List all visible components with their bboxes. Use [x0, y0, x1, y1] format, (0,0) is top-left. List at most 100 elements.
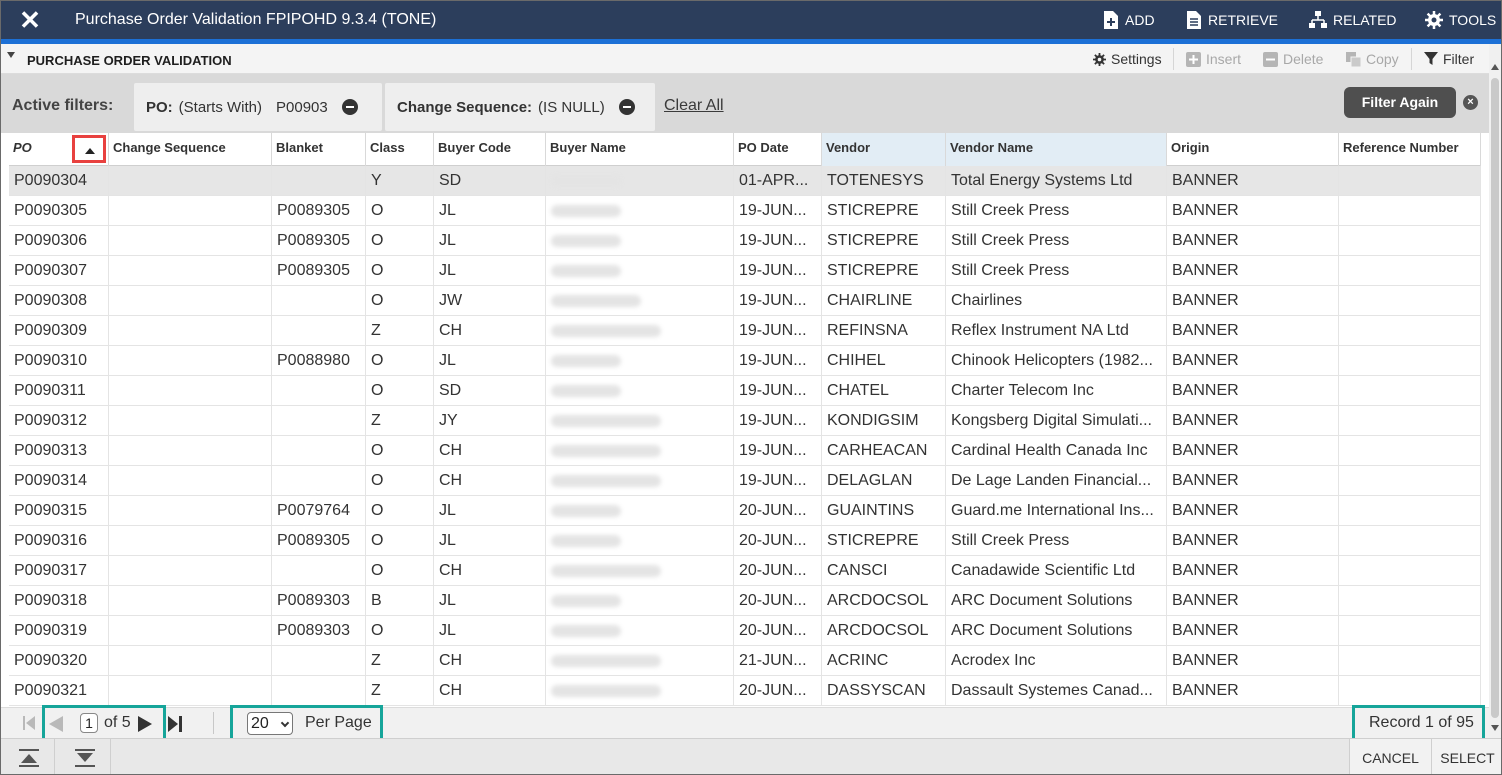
cell-vendor[interactable]: ACRINC [822, 646, 946, 676]
cell-blanket[interactable] [272, 646, 366, 676]
cell-buyer-name[interactable] [546, 526, 734, 556]
cell-buyer-name[interactable] [546, 556, 734, 586]
cell-blanket[interactable] [272, 466, 366, 496]
cell-buyer-name[interactable] [546, 316, 734, 346]
cell-vendor-name[interactable]: ARC Document Solutions [946, 616, 1167, 646]
cell-reference-number[interactable] [1339, 526, 1481, 556]
cell-vendor-name[interactable]: Chinook Helicopters (1982... [946, 346, 1167, 376]
cell-po-date[interactable]: 19-JUN... [734, 286, 822, 316]
cell-po[interactable]: P0090318 [9, 586, 109, 616]
column-header-buyer-name[interactable]: Buyer Name [546, 133, 734, 166]
cell-class[interactable]: O [366, 466, 434, 496]
cell-reference-number[interactable] [1339, 586, 1481, 616]
filter-chip-change-sequence[interactable]: Change Sequence: (IS NULL) [385, 83, 655, 131]
cell-origin[interactable]: BANNER [1167, 526, 1339, 556]
cell-vendor-name[interactable]: Still Creek Press [946, 256, 1167, 286]
cell-po-date[interactable]: 19-JUN... [734, 376, 822, 406]
cell-blanket[interactable]: P0088980 [272, 346, 366, 376]
cell-reference-number[interactable] [1339, 256, 1481, 286]
cell-reference-number[interactable] [1339, 226, 1481, 256]
cell-origin[interactable]: BANNER [1167, 586, 1339, 616]
cell-blanket[interactable]: P0089303 [272, 586, 366, 616]
table-row[interactable]: P0090321 Z CH 20-JUN... DASSYSCAN Dassault Sy… [9, 676, 1481, 706]
cell-vendor[interactable]: STICREPRE [822, 196, 946, 226]
cell-buyer-code[interactable]: JL [434, 196, 546, 226]
cell-vendor[interactable]: CHAIRLINE [822, 286, 946, 316]
cell-po[interactable]: P0090316 [9, 526, 109, 556]
cell-origin[interactable]: BANNER [1167, 406, 1339, 436]
cell-class[interactable]: O [366, 346, 434, 376]
cell-blanket[interactable]: P0079764 [272, 496, 366, 526]
cell-change-sequence[interactable] [109, 436, 272, 466]
remove-filter-icon[interactable] [618, 99, 635, 115]
cell-reference-number[interactable] [1339, 436, 1481, 466]
cell-buyer-name[interactable] [546, 616, 734, 646]
cell-origin[interactable]: BANNER [1167, 466, 1339, 496]
cell-blanket[interactable] [272, 166, 366, 196]
cell-buyer-name[interactable] [546, 466, 734, 496]
cell-buyer-code[interactable]: CH [434, 436, 546, 466]
cell-change-sequence[interactable] [109, 196, 272, 226]
cell-blanket[interactable] [272, 316, 366, 346]
cell-po-date[interactable]: 20-JUN... [734, 496, 822, 526]
cell-vendor-name[interactable]: Kongsberg Digital Simulati... [946, 406, 1167, 436]
cell-buyer-code[interactable]: CH [434, 676, 546, 706]
related-button[interactable]: RELATED [1309, 11, 1397, 29]
cell-class[interactable]: Z [366, 646, 434, 676]
cell-vendor-name[interactable]: Canadawide Scientific Ltd [946, 556, 1167, 586]
table-row[interactable]: P0090317 O CH 20-JUN... CANSCI Canadawide Sci… [9, 556, 1481, 586]
table-row[interactable]: P0090315 P0079764 O JL 20-JUN... GUAINTINS Gua… [9, 496, 1481, 526]
scroll-to-bottom-button[interactable] [57, 739, 111, 774]
first-page-icon[interactable] [23, 716, 35, 730]
scroll-up-icon[interactable] [1491, 64, 1499, 70]
delete-button[interactable]: Delete [1263, 51, 1323, 67]
cell-class[interactable]: Y [366, 166, 434, 196]
scroll-down-icon[interactable] [1491, 725, 1499, 731]
cell-vendor-name[interactable]: Charter Telecom Inc [946, 376, 1167, 406]
cell-vendor[interactable]: REFINSNA [822, 316, 946, 346]
cell-class[interactable]: O [366, 496, 434, 526]
cell-buyer-name[interactable] [546, 676, 734, 706]
cell-reference-number[interactable] [1339, 646, 1481, 676]
cell-buyer-code[interactable]: JY [434, 406, 546, 436]
select-button[interactable]: SELECT [1431, 739, 1501, 774]
cell-buyer-code[interactable]: SD [434, 166, 546, 196]
cell-po[interactable]: P0090317 [9, 556, 109, 586]
cell-reference-number[interactable] [1339, 196, 1481, 226]
cell-origin[interactable]: BANNER [1167, 256, 1339, 286]
cell-buyer-name[interactable] [546, 496, 734, 526]
next-page-icon[interactable] [138, 716, 152, 732]
per-page-select[interactable]: 20 [247, 712, 293, 735]
cell-po-date[interactable]: 19-JUN... [734, 436, 822, 466]
cell-po-date[interactable]: 01-APR... [734, 166, 822, 196]
last-page-icon[interactable] [168, 716, 182, 732]
table-row[interactable]: P0090307 P0089305 O JL 19-JUN... STICREPRE Sti… [9, 256, 1481, 286]
clear-all-link[interactable]: Clear All [664, 97, 724, 115]
collapse-caret-icon[interactable] [7, 52, 15, 58]
table-row[interactable]: P0090309 Z CH 19-JUN... REFINSNA Reflex Instr… [9, 316, 1481, 346]
cell-vendor-name[interactable]: Cardinal Health Canada Inc [946, 436, 1167, 466]
cell-vendor[interactable]: ARCDOCSOL [822, 586, 946, 616]
cell-buyer-code[interactable]: JW [434, 286, 546, 316]
cell-vendor-name[interactable]: Guard.me International Ins... [946, 496, 1167, 526]
table-row[interactable]: P0090310 P0088980 O JL 19-JUN... CHIHEL Chinoo… [9, 346, 1481, 376]
cell-vendor[interactable]: STICREPRE [822, 256, 946, 286]
settings-button[interactable]: Settings [1093, 51, 1162, 67]
cell-po[interactable]: P0090312 [9, 406, 109, 436]
cell-po[interactable]: P0090314 [9, 466, 109, 496]
cell-blanket[interactable]: P0089305 [272, 526, 366, 556]
cell-blanket[interactable] [272, 406, 366, 436]
cell-blanket[interactable] [272, 436, 366, 466]
table-row[interactable]: P0090312 Z JY 19-JUN... KONDIGSIM Kongsberg D… [9, 406, 1481, 436]
cell-buyer-code[interactable]: CH [434, 466, 546, 496]
previous-page-icon[interactable] [49, 716, 63, 732]
table-row[interactable]: P0090314 O CH 19-JUN... DELAGLAN De Lage Land… [9, 466, 1481, 496]
close-icon[interactable]: ✕ [17, 7, 43, 33]
cell-origin[interactable]: BANNER [1167, 556, 1339, 586]
cell-po[interactable]: P0090306 [9, 226, 109, 256]
cell-change-sequence[interactable] [109, 256, 272, 286]
table-row[interactable]: P0090306 P0089305 O JL 19-JUN... STICREPRE Sti… [9, 226, 1481, 256]
cell-change-sequence[interactable] [109, 406, 272, 436]
copy-button[interactable]: Copy [1346, 51, 1399, 67]
cell-reference-number[interactable] [1339, 346, 1481, 376]
